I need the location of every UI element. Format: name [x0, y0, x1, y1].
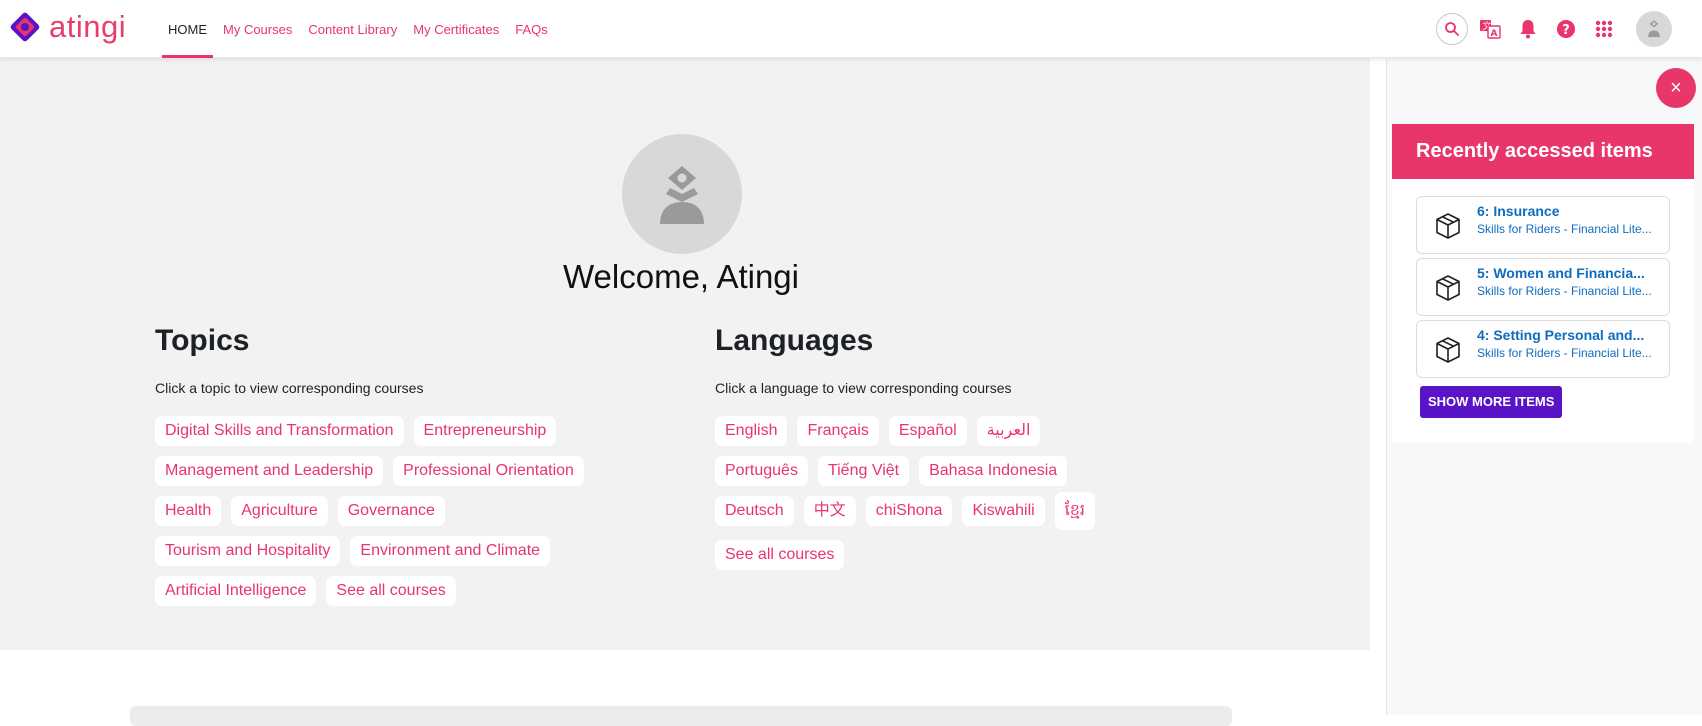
topic-chip[interactable]: Agriculture	[231, 496, 328, 526]
search-icon	[1445, 22, 1459, 36]
language-chip[interactable]: ខ្មែរ	[1054, 492, 1095, 530]
recent-items-block: Recently accessed items 6: Insurance Ski…	[1392, 124, 1694, 443]
languages-title: Languages	[715, 324, 874, 357]
topic-chip[interactable]: Artificial Intelligence	[155, 576, 317, 606]
language-chip[interactable]: Português	[715, 456, 808, 486]
language-chip[interactable]: 中文	[803, 496, 856, 526]
language-chip[interactable]: Français	[797, 416, 879, 446]
nav-content-library[interactable]: Content Library	[300, 0, 405, 58]
topic-chip[interactable]: Digital Skills and Transformation	[155, 416, 404, 446]
see-all-languages-link[interactable]: See all courses	[715, 540, 845, 570]
svg-text:?: ?	[1562, 23, 1570, 38]
recent-item-title: 6: Insurance	[1477, 203, 1560, 219]
translate-icon: 文 A	[1480, 20, 1501, 39]
package-box-icon	[1436, 213, 1460, 239]
recent-items-title: Recently accessed items	[1392, 124, 1694, 179]
language-chip[interactable]: chiShona	[865, 496, 953, 526]
user-avatar-icon	[1648, 20, 1660, 38]
main-nav: HOME My Courses Content Library My Certi…	[160, 0, 556, 58]
close-drawer-button[interactable]: ×	[1656, 68, 1696, 108]
topic-chip[interactable]: Environment and Climate	[350, 536, 551, 566]
recent-item-course: Skills for Riders - Financial Lite...	[1477, 346, 1652, 360]
topic-chip[interactable]: Professional Orientation	[393, 456, 584, 486]
svg-text:A: A	[1491, 29, 1498, 39]
search-button[interactable]	[1436, 13, 1468, 45]
apps-grid-icon	[1595, 20, 1613, 38]
language-button[interactable]: 文 A	[1474, 13, 1506, 45]
recent-item[interactable]: 5: Women and Financia... Skills for Ride…	[1416, 258, 1670, 316]
show-more-items-button[interactable]: SHOW MORE ITEMS	[1420, 386, 1563, 418]
top-navbar: atingi HOME My Courses Content Library M…	[0, 0, 1702, 58]
notifications-button[interactable]	[1512, 13, 1544, 45]
atingi-logo[interactable]: atingi	[8, 10, 126, 44]
user-menu-avatar[interactable]	[1636, 11, 1672, 47]
recent-item[interactable]: 6: Insurance Skills for Riders - Financi…	[1416, 196, 1670, 254]
help-icon: ?	[1557, 20, 1575, 38]
topics-chip-list: Digital Skills and Transformation Entrep…	[155, 416, 625, 616]
language-chip[interactable]: Español	[888, 416, 967, 446]
topic-chip[interactable]: Management and Leadership	[155, 456, 384, 486]
logo-diamond-icon	[10, 12, 40, 42]
see-all-topics-link[interactable]: See all courses	[326, 576, 456, 606]
language-chip[interactable]: Tiếng Việt	[817, 456, 910, 486]
nav-home[interactable]: HOME	[160, 0, 215, 58]
content-card-edge	[130, 706, 1232, 726]
languages-subtitle: Click a language to view corresponding c…	[715, 380, 1012, 396]
bell-icon	[1520, 20, 1536, 39]
nav-icon-bar: 文 A ?	[1430, 0, 1702, 58]
welcome-heading: Welcome, Atingi	[563, 258, 799, 295]
recent-item-course: Skills for Riders - Financial Lite...	[1477, 284, 1652, 298]
profile-avatar	[622, 134, 742, 254]
logo-text: atingi	[49, 9, 127, 44]
package-box-icon	[1436, 337, 1460, 363]
apps-button[interactable]	[1588, 13, 1620, 45]
language-chip[interactable]: Kiswahili	[962, 496, 1045, 526]
user-avatar-icon	[660, 166, 704, 224]
help-button[interactable]: ?	[1550, 13, 1582, 45]
language-chip[interactable]: English	[715, 416, 788, 446]
topic-chip[interactable]: Entrepreneurship	[413, 416, 557, 446]
dashboard-hero: Welcome, Atingi Topics Click a topic to …	[0, 58, 1370, 650]
recent-item-course: Skills for Riders - Financial Lite...	[1477, 222, 1652, 236]
languages-chip-list: English Français Español العربية Portugu…	[715, 416, 1135, 580]
nav-faqs[interactable]: FAQs	[507, 0, 556, 58]
nav-my-courses[interactable]: My Courses	[215, 0, 300, 58]
topic-chip[interactable]: Health	[155, 496, 222, 526]
nav-my-certificates[interactable]: My Certificates	[405, 0, 507, 58]
topic-chip[interactable]: Tourism and Hospitality	[155, 536, 341, 566]
recent-item[interactable]: 4: Setting Personal and... Skills for Ri…	[1416, 320, 1670, 378]
language-chip[interactable]: Bahasa Indonesia	[919, 456, 1068, 486]
topics-title: Topics	[155, 324, 250, 357]
recent-item-title: 5: Women and Financia...	[1477, 265, 1645, 281]
language-chip[interactable]: Deutsch	[715, 496, 794, 526]
language-chip[interactable]: العربية	[976, 416, 1041, 446]
recent-item-title: 4: Setting Personal and...	[1477, 327, 1645, 343]
topic-chip[interactable]: Governance	[337, 496, 445, 526]
package-box-icon	[1436, 275, 1460, 301]
topics-subtitle: Click a topic to view corresponding cour…	[155, 380, 424, 396]
